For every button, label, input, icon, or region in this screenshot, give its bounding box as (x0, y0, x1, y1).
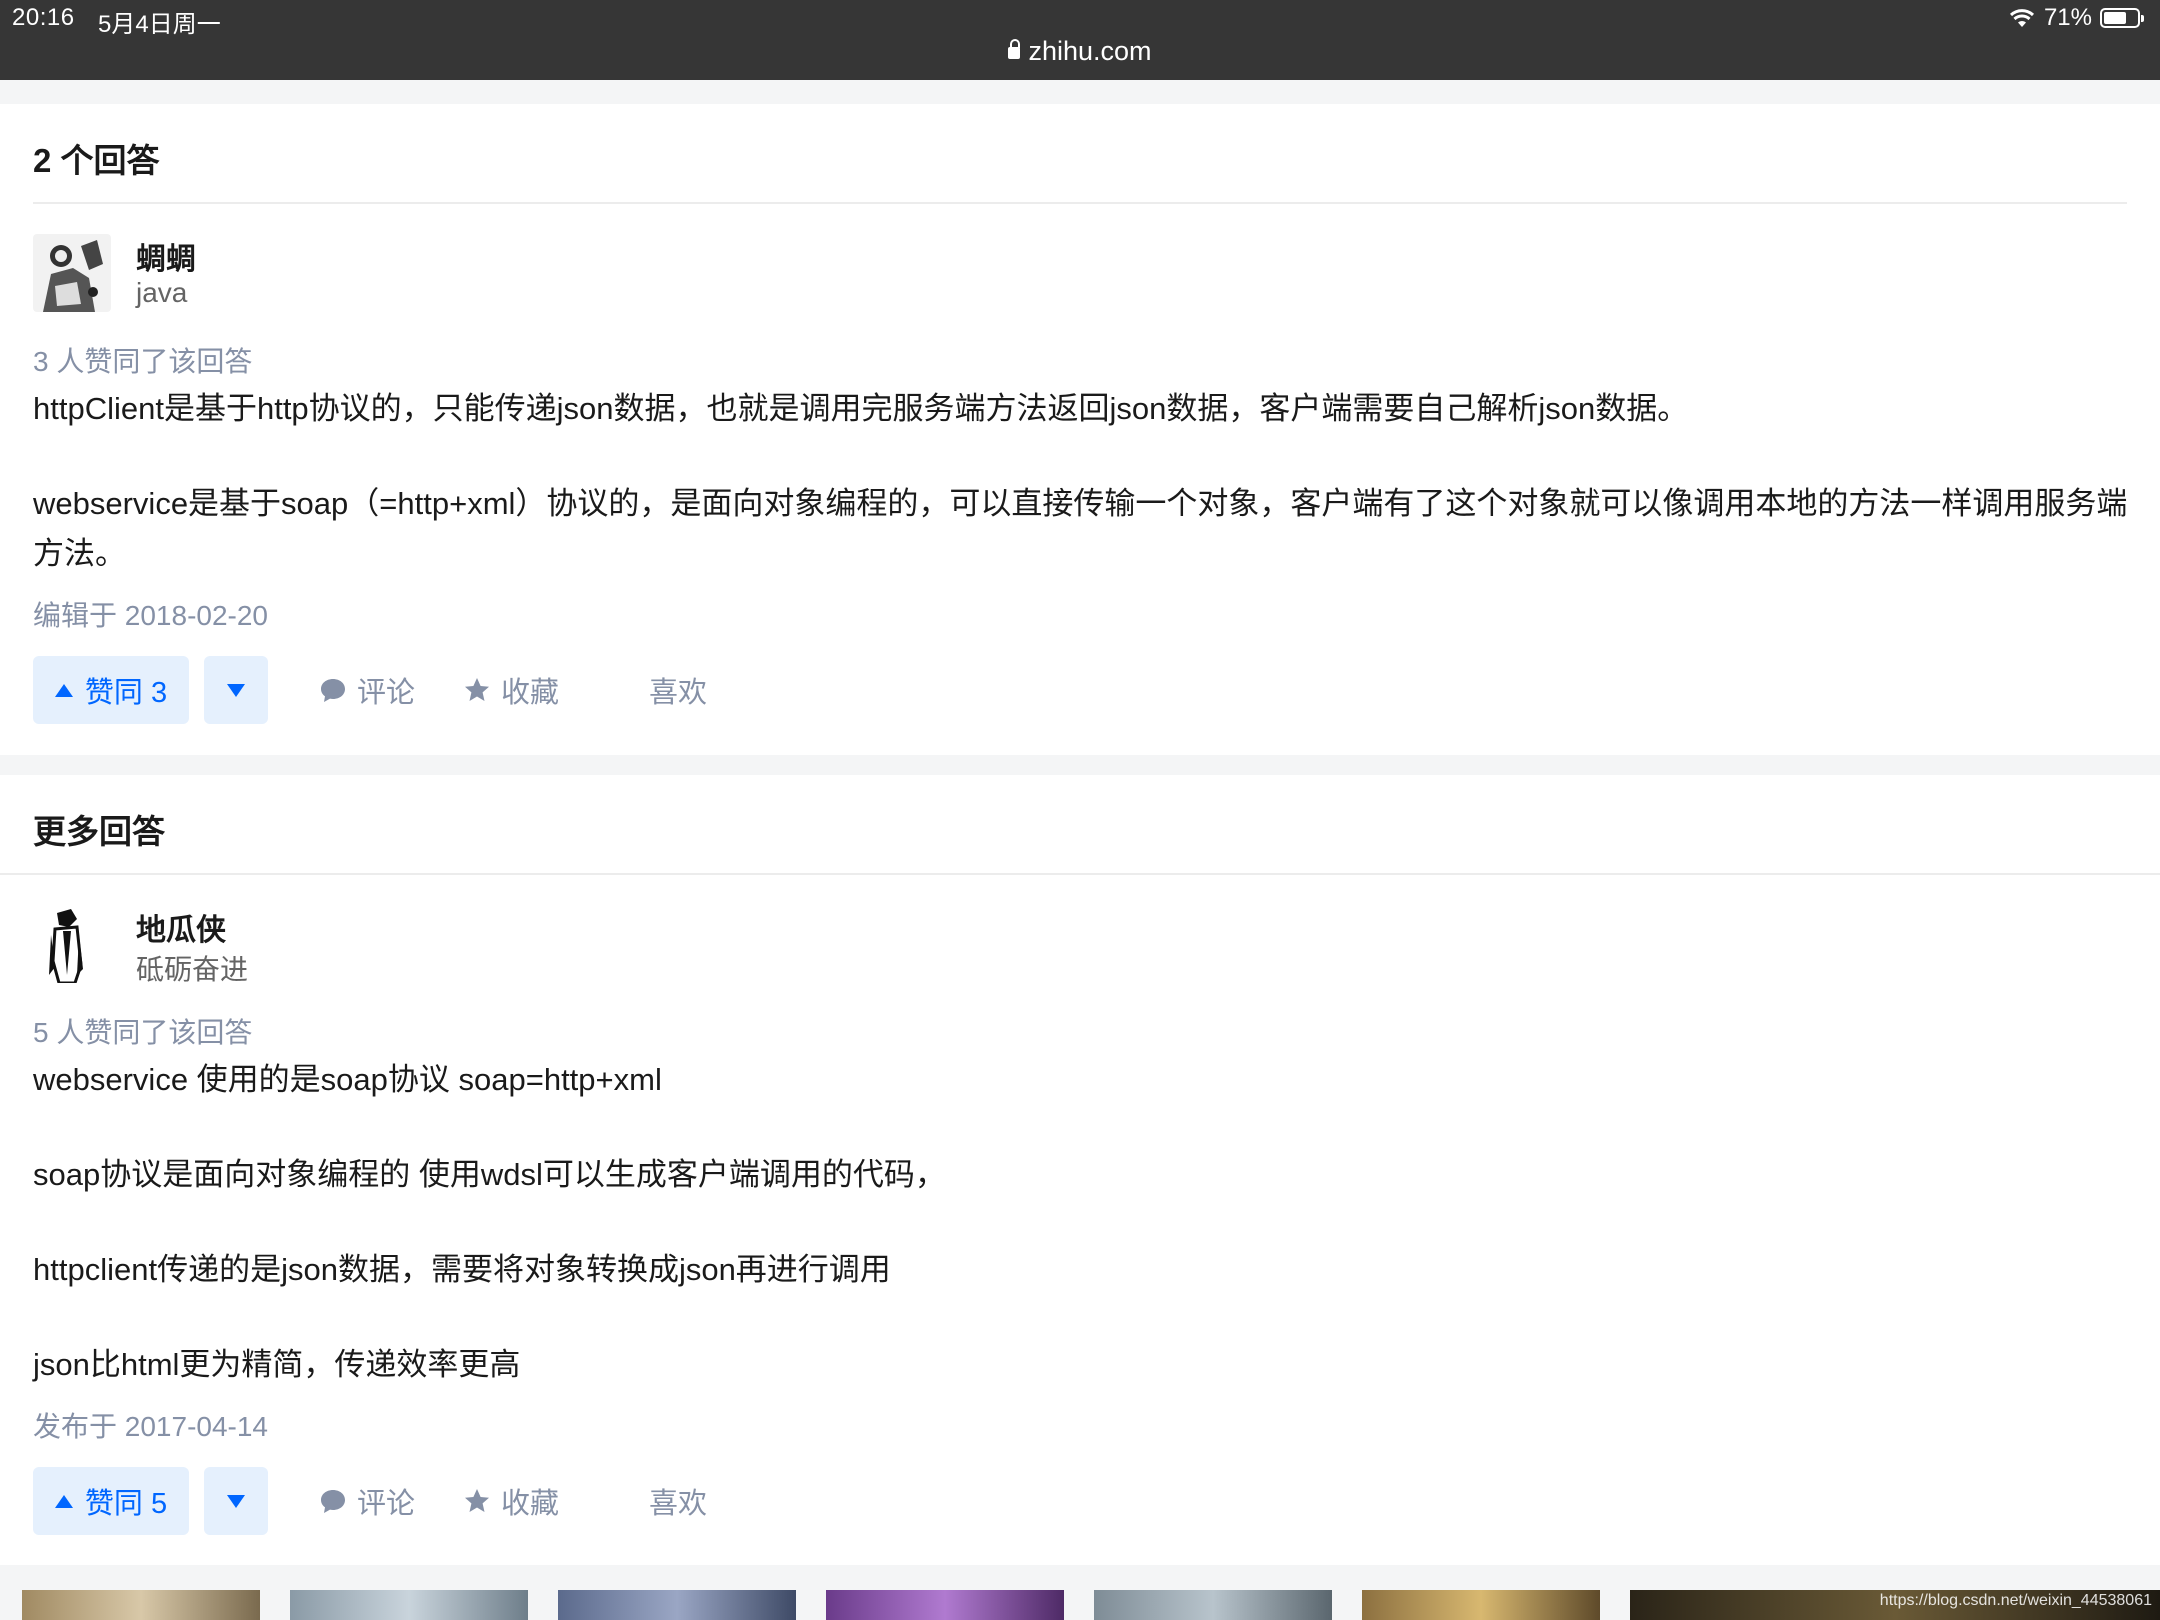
comment-button[interactable]: 评论 (319, 1467, 415, 1535)
thumbnail[interactable] (1094, 1590, 1332, 1620)
answer-body: webservice 使用的是soap协议 soap=http+xml soap… (33, 1055, 2133, 1390)
vote-down-button[interactable] (204, 1467, 268, 1535)
divider (33, 202, 2127, 204)
lock-icon (1008, 39, 1021, 59)
vote-up-button[interactable]: 赞同 5 (33, 1467, 189, 1535)
status-time: 20:16 (12, 4, 75, 31)
answers-heading: 2 个回答 (33, 142, 160, 179)
more-answers-card: 更多回答 地瓜侠 砥砺奋进 5 人赞同了该回答 webservice 使用的是s… (0, 775, 2160, 1565)
avatar-image (33, 905, 111, 983)
comment-label: 评论 (357, 1488, 416, 1520)
collect-button[interactable]: 收藏 (463, 1467, 559, 1535)
upvote-arrow-icon (54, 683, 73, 697)
vote-down-button[interactable] (204, 656, 268, 724)
status-bar: 20:16 5月4日周一 71% zhihu.com (0, 0, 2160, 80)
wifi-icon (2009, 9, 2034, 27)
vote-up-label: 赞同 5 (84, 1488, 168, 1520)
answer-paragraph: httpClient是基于http协议的，只能传递json数据，也就是调用完服务… (33, 391, 1689, 426)
address-bar[interactable]: zhihu.com (0, 36, 2160, 67)
collect-button[interactable]: 收藏 (463, 656, 559, 724)
publish-time[interactable]: 发布于 2017-04-14 (33, 1405, 268, 1445)
thumbnail[interactable] (290, 1590, 528, 1620)
author-bio: 砥砺奋进 (136, 954, 249, 985)
battery-icon (2100, 8, 2144, 28)
action-bar: 赞同 5 评论 收藏 喜欢 (33, 1467, 1033, 1535)
collect-label: 收藏 (501, 677, 560, 709)
like-button[interactable]: 喜欢 (649, 1467, 707, 1535)
answer-body: httpClient是基于http协议的，只能传递json数据，也就是调用完服务… (33, 384, 2133, 579)
avatar[interactable] (33, 905, 111, 983)
star-icon (465, 1489, 489, 1512)
votes-summary: 3 人赞同了该回答 (33, 346, 253, 377)
battery-percent: 71% (2043, 4, 2092, 31)
answer-paragraph: httpclient传递的是json数据，需要将对象转换成json再进行调用 (33, 1252, 891, 1287)
divider (0, 873, 2160, 875)
thumbnail-strip (0, 1590, 2160, 1620)
downvote-arrow-icon (227, 1494, 245, 1508)
answer-paragraph: webservice 使用的是soap协议 soap=http+xml (33, 1062, 662, 1097)
thumbnail[interactable] (826, 1590, 1064, 1620)
thumbnail[interactable] (22, 1590, 260, 1620)
more-answers-heading: 更多回答 (33, 813, 165, 850)
author-bio: java (136, 277, 188, 308)
avatar-image (33, 234, 111, 312)
answer-paragraph: soap协议是面向对象编程的 使用wdsl可以生成客户端调用的代码， (33, 1157, 946, 1192)
star-icon (465, 678, 489, 701)
thumbnail[interactable] (558, 1590, 796, 1620)
status-right: 71% (2008, 4, 2144, 32)
answer-paragraph: webservice是基于soap（=http+xml）协议的，是面向对象编程的… (33, 486, 2128, 571)
like-label: 喜欢 (649, 677, 708, 709)
comment-icon (321, 1490, 345, 1513)
author-name[interactable]: 地瓜侠 (136, 905, 226, 949)
watermark: https://blog.csdn.net/weixin_44538061 (1879, 1592, 2152, 1609)
collect-label: 收藏 (501, 1488, 560, 1520)
downvote-arrow-icon (227, 683, 245, 697)
action-bar: 赞同 3 评论 收藏 喜欢 (33, 656, 1033, 724)
thumbnail[interactable] (1362, 1590, 1600, 1620)
comment-label: 评论 (357, 677, 416, 709)
avatar[interactable] (33, 234, 111, 312)
upvote-arrow-icon (54, 1494, 73, 1508)
comment-icon (321, 679, 345, 702)
votes-summary: 5 人赞同了该回答 (33, 1017, 253, 1048)
author-name[interactable]: 蜩蜩 (136, 234, 196, 278)
like-label: 喜欢 (649, 1488, 708, 1520)
comment-button[interactable]: 评论 (319, 656, 415, 724)
status-date: 5月4日周一 (98, 11, 221, 38)
vote-up-label: 赞同 3 (84, 677, 168, 709)
edit-time[interactable]: 编辑于 2018-02-20 (33, 594, 268, 634)
answer-paragraph: json比html更为精简，传递效率更高 (33, 1347, 521, 1382)
vote-up-button[interactable]: 赞同 3 (33, 656, 189, 724)
like-button[interactable]: 喜欢 (649, 656, 707, 724)
url-text: zhihu.com (1028, 36, 1152, 66)
answers-card: 2 个回答 蜩蜩 java 3 人赞同了该回答 httpClient是基于htt… (0, 104, 2160, 755)
